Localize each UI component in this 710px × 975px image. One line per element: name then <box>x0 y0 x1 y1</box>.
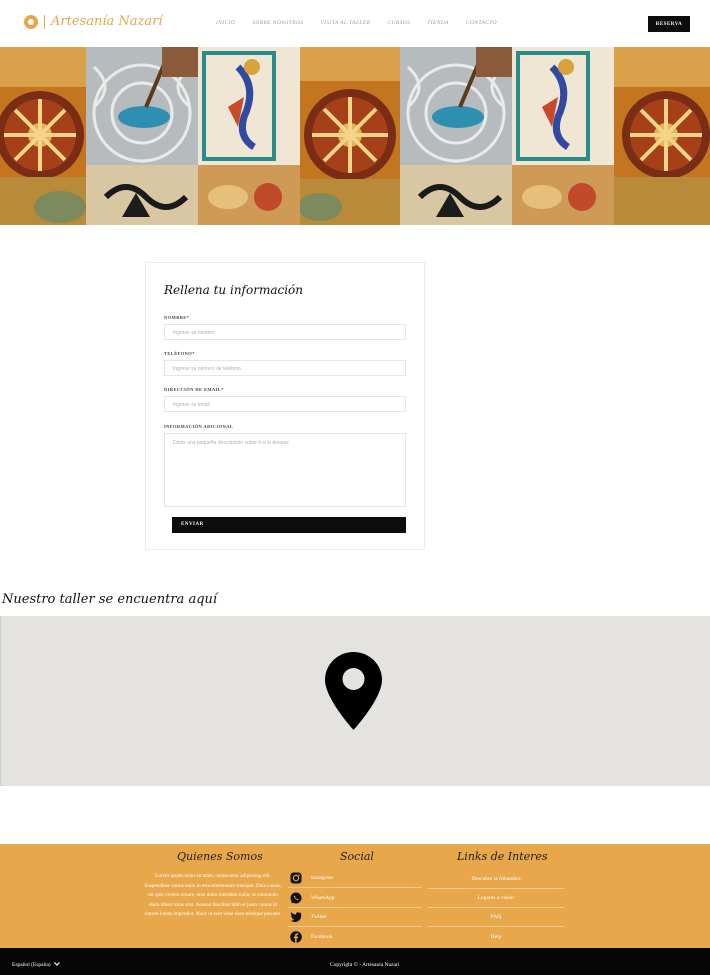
nav-item-cursos[interactable]: CURSOS <box>387 20 410 26</box>
social-link-whatsapp[interactable]: WhatsApp <box>288 888 422 908</box>
twitter-icon <box>290 911 302 923</box>
contact-form: Rellena tu información NOMBRE* Ingrese s… <box>145 262 425 550</box>
banner-tile-illuminated-letter-2 <box>512 47 614 225</box>
nav-item-inicio[interactable]: INICIO <box>216 20 235 26</box>
social-label-instagram: Instagram <box>311 874 333 881</box>
form-title: Rellena tu información <box>164 283 303 297</box>
brand-name: Artesanía Nazarí <box>51 14 163 29</box>
info-label: INFORMACIÓN ADICIONAL <box>164 424 234 429</box>
about-text: Lorem ipsum dolor sit amet, consectetur … <box>144 873 282 918</box>
nav-item-tienda[interactable]: TIENDA <box>427 20 449 26</box>
main-nav: INICIO SOBRE NOSOTROS VISITA AL TALLER C… <box>216 20 514 26</box>
banner-tile-illuminated-letter <box>198 47 300 225</box>
link-lugares[interactable]: Lugares a visitar <box>428 888 564 908</box>
whatsapp-icon <box>290 892 302 904</box>
social-link-instagram[interactable]: Instagram <box>288 868 422 888</box>
email-label: DIRECCIÓN DE EMAIL* <box>164 387 224 392</box>
link-alhambra[interactable]: Descubre la Alhambra <box>428 869 564 889</box>
social-label-whatsapp: WhatsApp <box>311 894 335 901</box>
map-pin-icon[interactable] <box>325 652 382 734</box>
logo-divider <box>44 14 45 29</box>
language-label: Español (España) <box>12 962 51 968</box>
social-link-twitter[interactable]: Twitter <box>288 907 422 927</box>
nav-item-visita-taller[interactable]: VISITA AL TALLER <box>321 20 371 26</box>
about-title: Quienes Somos <box>177 850 263 863</box>
email-field[interactable]: Ingrese su email <box>164 396 406 412</box>
banner-tile-sun-plate-3 <box>614 47 710 225</box>
social-title: Social <box>340 850 374 863</box>
site-header: Artesanía Nazarí INICIO SOBRE NOSOTROS V… <box>0 0 710 47</box>
social-label-twitter: Twitter <box>311 913 327 920</box>
copyright-text: Copyright © - Artesanía Nazarí <box>330 962 400 968</box>
social-label-facebook: Facebook <box>311 934 333 940</box>
instagram-icon <box>290 872 302 884</box>
phone-field[interactable]: Ingrese su número de teléfono <box>164 360 406 376</box>
map-title: Nuestro taller se encuentra aquí <box>2 592 218 607</box>
hero-banner <box>0 47 710 225</box>
social-link-facebook[interactable]: Facebook <box>288 927 422 947</box>
phone-label: TELÉFONO* <box>164 351 195 356</box>
banner-tile-painting-bowl-2 <box>400 47 512 225</box>
name-label: NOMBRE* <box>164 315 190 320</box>
banner-tile-sun-plate <box>0 47 86 225</box>
banner-tile-painting-bowl <box>86 47 198 225</box>
submit-button[interactable]: ENVIAR <box>172 517 406 533</box>
banner-tile-sun-plate-2 <box>300 47 400 225</box>
link-help[interactable]: Help <box>428 927 564 947</box>
links-title: Links de Interes <box>457 850 548 863</box>
reserve-button[interactable]: RESERVA <box>648 16 690 32</box>
chevron-down-icon <box>53 962 60 968</box>
language-selector[interactable]: Español (España) <box>12 962 60 968</box>
facebook-icon <box>290 931 302 943</box>
logo-emblem-icon <box>24 14 38 29</box>
brand-logo[interactable]: Artesanía Nazarí <box>24 14 162 29</box>
name-field[interactable]: Ingrese su nombre <box>164 324 406 340</box>
info-textarea[interactable]: Dinos una pequeña descripción sobre ti s… <box>164 433 406 507</box>
link-faq[interactable]: FAQ <box>428 907 564 927</box>
nav-item-sobre-nosotros[interactable]: SOBRE NOSOTROS <box>252 20 303 26</box>
nav-item-contacto[interactable]: CONTACTO <box>466 20 497 26</box>
